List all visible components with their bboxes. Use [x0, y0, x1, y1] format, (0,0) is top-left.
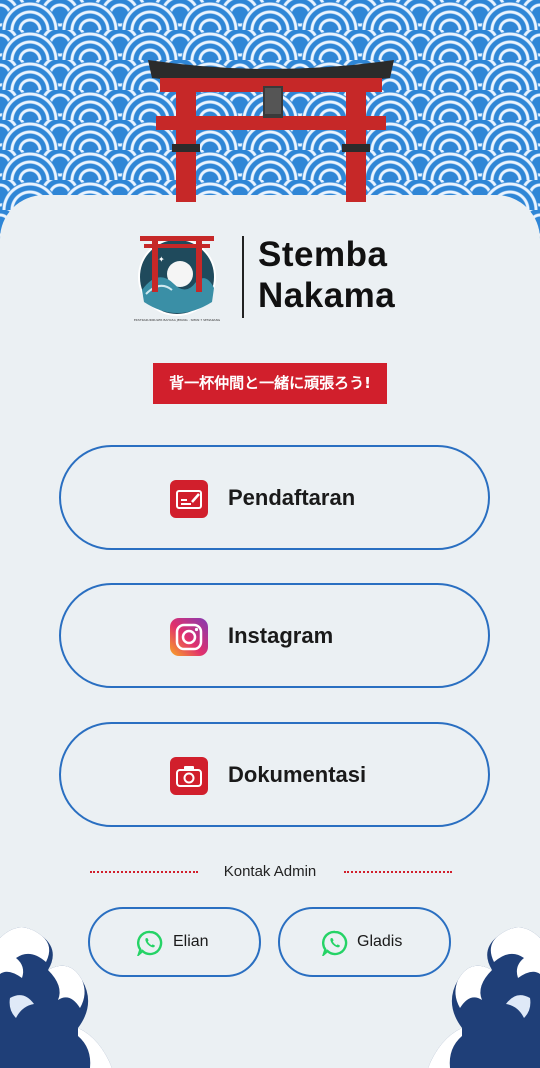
link-button-pendaftaran[interactable]: Pendaftaran — [59, 445, 490, 550]
instagram-icon — [170, 618, 208, 656]
wave-decoration-left-icon — [0, 927, 112, 1068]
camera-icon — [170, 757, 208, 795]
whatsapp-icon — [137, 930, 163, 956]
whatsapp-icon — [322, 930, 348, 956]
whatsapp-button-label: Elian — [173, 933, 209, 950]
brand-title-line2: Nakama — [258, 276, 396, 315]
brand-title: Stemba Nakama — [258, 234, 438, 316]
club-logo-icon: ✦ — [138, 236, 216, 316]
link-label: Instagram — [228, 623, 334, 648]
brand-title-line1: Stemba — [258, 235, 388, 274]
torii-gate-illustration — [148, 60, 394, 202]
tagline-banner: 背一杯仲間と一緒に頑張ろう! — [153, 363, 387, 404]
link-button-dokumentasi[interactable]: Dokumentasi — [59, 722, 490, 827]
link-button-instagram[interactable]: Instagram — [59, 583, 490, 688]
brand-divider — [242, 236, 244, 318]
link-label: Dokumentasi — [228, 762, 367, 787]
link-label: Pendaftaran — [228, 485, 356, 510]
wave-decoration-right-icon — [428, 927, 540, 1068]
brand-header: ✦ Stemba Nakama EKSTRAKURIKULER BAHASA J… — [134, 232, 434, 324]
contact-admin-heading: Kontak Admin — [223, 863, 317, 880]
svg-text:✦: ✦ — [158, 255, 165, 264]
logo-ring-text: EKSTRAKURIKULER BAHASA JEPANG · SMKN 7 S… — [134, 318, 221, 322]
form-icon — [170, 480, 208, 518]
divider-right — [344, 871, 452, 873]
whatsapp-button-label: Gladis — [357, 933, 403, 950]
contact-admin-heading-row: Kontak Admin — [0, 860, 540, 884]
